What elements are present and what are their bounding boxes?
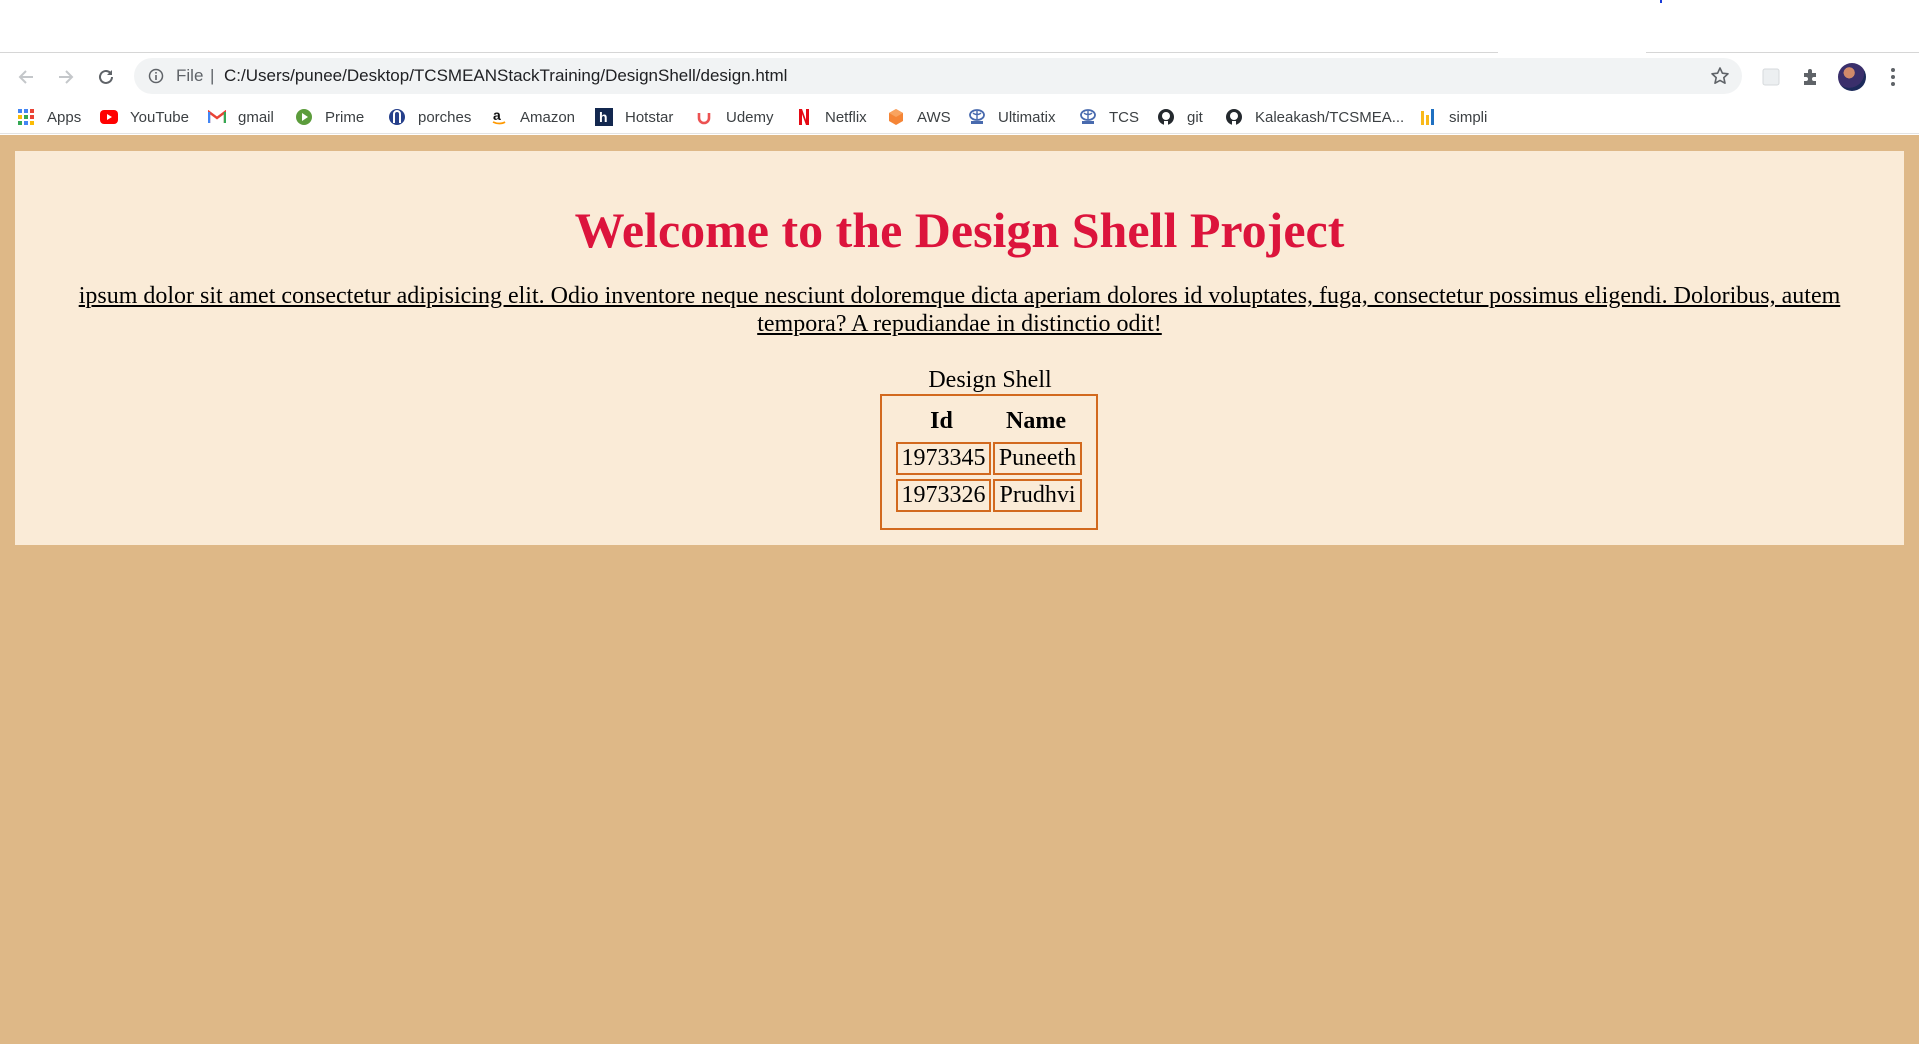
table-cell-id: 1973326 bbox=[896, 479, 991, 512]
youtube-icon bbox=[100, 108, 118, 126]
bookmark-tcs[interactable]: TCS bbox=[1079, 107, 1139, 127]
github-icon bbox=[1157, 108, 1175, 126]
extensions-puzzle-icon[interactable] bbox=[1797, 64, 1823, 90]
aws-icon bbox=[887, 108, 905, 126]
bookmark-youtube[interactable]: YouTube bbox=[100, 107, 189, 127]
bookmark-label: gmail bbox=[238, 108, 274, 126]
back-button[interactable] bbox=[12, 63, 40, 91]
prime-icon bbox=[295, 108, 313, 126]
bookmark-aws[interactable]: AWS bbox=[887, 107, 951, 127]
bookmark-label: Ultimatix bbox=[998, 108, 1056, 126]
forward-button[interactable] bbox=[52, 63, 80, 91]
bookmark-label: Udemy bbox=[726, 108, 774, 126]
browser-toolbar: File | C:/Users/punee/Desktop/TCSMEANSta… bbox=[0, 53, 1919, 100]
info-icon[interactable] bbox=[148, 68, 164, 84]
table-caption: Design Shell bbox=[928, 367, 1052, 393]
bookmark-label: Netflix bbox=[825, 108, 867, 126]
simplilearn-icon bbox=[1419, 108, 1437, 126]
tata-icon bbox=[1079, 108, 1097, 126]
bookmark-kaleakash[interactable]: Kaleakash/TCSMEA... bbox=[1225, 107, 1404, 127]
apps-grid-icon bbox=[17, 108, 35, 126]
tab-strip bbox=[0, 0, 1919, 53]
bookmark-label: Hotstar bbox=[625, 108, 674, 126]
tab-indicator bbox=[1660, 0, 1662, 3]
bookmark-porches[interactable]: porches bbox=[388, 107, 471, 127]
scheme-label: File bbox=[176, 66, 204, 85]
bookmark-git[interactable]: git bbox=[1157, 107, 1203, 127]
intro-paragraph: ipsum dolor sit amet consectetur adipisi… bbox=[78, 283, 1841, 337]
github-icon bbox=[1225, 108, 1243, 126]
bookmark-label: Amazon bbox=[520, 108, 576, 126]
bookmark-udemy[interactable]: Udemy bbox=[696, 107, 774, 127]
bookmark-label: simpli bbox=[1449, 108, 1488, 126]
page-viewport: Welcome to the Design Shell Project ipsu… bbox=[0, 135, 1919, 1044]
content-container: Welcome to the Design Shell Project ipsu… bbox=[15, 151, 1904, 545]
bookmarks-bar: Apps YouTube gmail Prime porches a Amazo… bbox=[0, 100, 1919, 134]
bookmark-netflix[interactable]: Netflix bbox=[795, 107, 867, 127]
bookmark-amazon[interactable]: a Amazon bbox=[490, 107, 575, 127]
bookmark-apps[interactable]: Apps bbox=[17, 107, 81, 127]
reload-button[interactable] bbox=[92, 63, 120, 91]
table-cell-id: 1973345 bbox=[896, 442, 991, 475]
svg-text:h: h bbox=[599, 109, 608, 125]
bookmark-label: porches bbox=[418, 108, 472, 126]
reload-icon bbox=[99, 69, 113, 84]
netflix-icon bbox=[795, 108, 813, 126]
address-bar[interactable]: File | C:/Users/punee/Desktop/TCSMEANSta… bbox=[134, 58, 1742, 94]
table-cell-name: Puneeth bbox=[993, 442, 1082, 475]
amazon-icon: a bbox=[490, 108, 508, 126]
bookmark-label: TCS bbox=[1109, 108, 1139, 126]
extension-placeholder-icon[interactable] bbox=[1758, 64, 1784, 90]
udemy-icon bbox=[696, 108, 714, 126]
bookmark-prime[interactable]: Prime bbox=[295, 107, 364, 127]
gmail-icon bbox=[208, 108, 226, 126]
hotstar-icon: h bbox=[595, 108, 613, 126]
forward-arrow-icon bbox=[59, 70, 74, 84]
profile-avatar[interactable] bbox=[1838, 63, 1866, 91]
bookmark-star-icon[interactable] bbox=[1710, 66, 1730, 86]
table-cell-name: Prudhvi bbox=[993, 479, 1082, 512]
table-header-id: Id bbox=[930, 408, 953, 434]
bookmark-ultimatix[interactable]: Ultimatix bbox=[968, 107, 1056, 127]
page-title: Welcome to the Design Shell Project bbox=[574, 202, 1345, 258]
bookmark-label: Apps bbox=[47, 108, 82, 126]
url-text[interactable]: C:/Users/punee/Desktop/TCSMEANStackTrain… bbox=[224, 66, 787, 86]
menu-kebab-icon[interactable] bbox=[1880, 64, 1906, 90]
porches-icon bbox=[388, 108, 406, 126]
bookmark-hotstar[interactable]: h Hotstar bbox=[595, 107, 673, 127]
bookmark-label: Prime bbox=[325, 108, 365, 126]
back-arrow-icon bbox=[18, 70, 33, 84]
bookmark-label: git bbox=[1187, 108, 1203, 126]
table-header-name: Name bbox=[1006, 408, 1066, 434]
data-table: Id Name 1973345 Puneeth 1973326 Prudhvi bbox=[880, 394, 1098, 530]
bookmark-gmail[interactable]: gmail bbox=[208, 107, 274, 127]
scheme-separator: | bbox=[210, 66, 215, 85]
tata-icon bbox=[968, 108, 986, 126]
bookmark-label: Kaleakash/TCSMEA... bbox=[1255, 108, 1405, 126]
bookmark-simpli[interactable]: simpli bbox=[1419, 107, 1487, 127]
bookmark-label: YouTube bbox=[130, 108, 189, 126]
svg-text:a: a bbox=[493, 108, 501, 123]
bookmark-label: AWS bbox=[917, 108, 951, 126]
